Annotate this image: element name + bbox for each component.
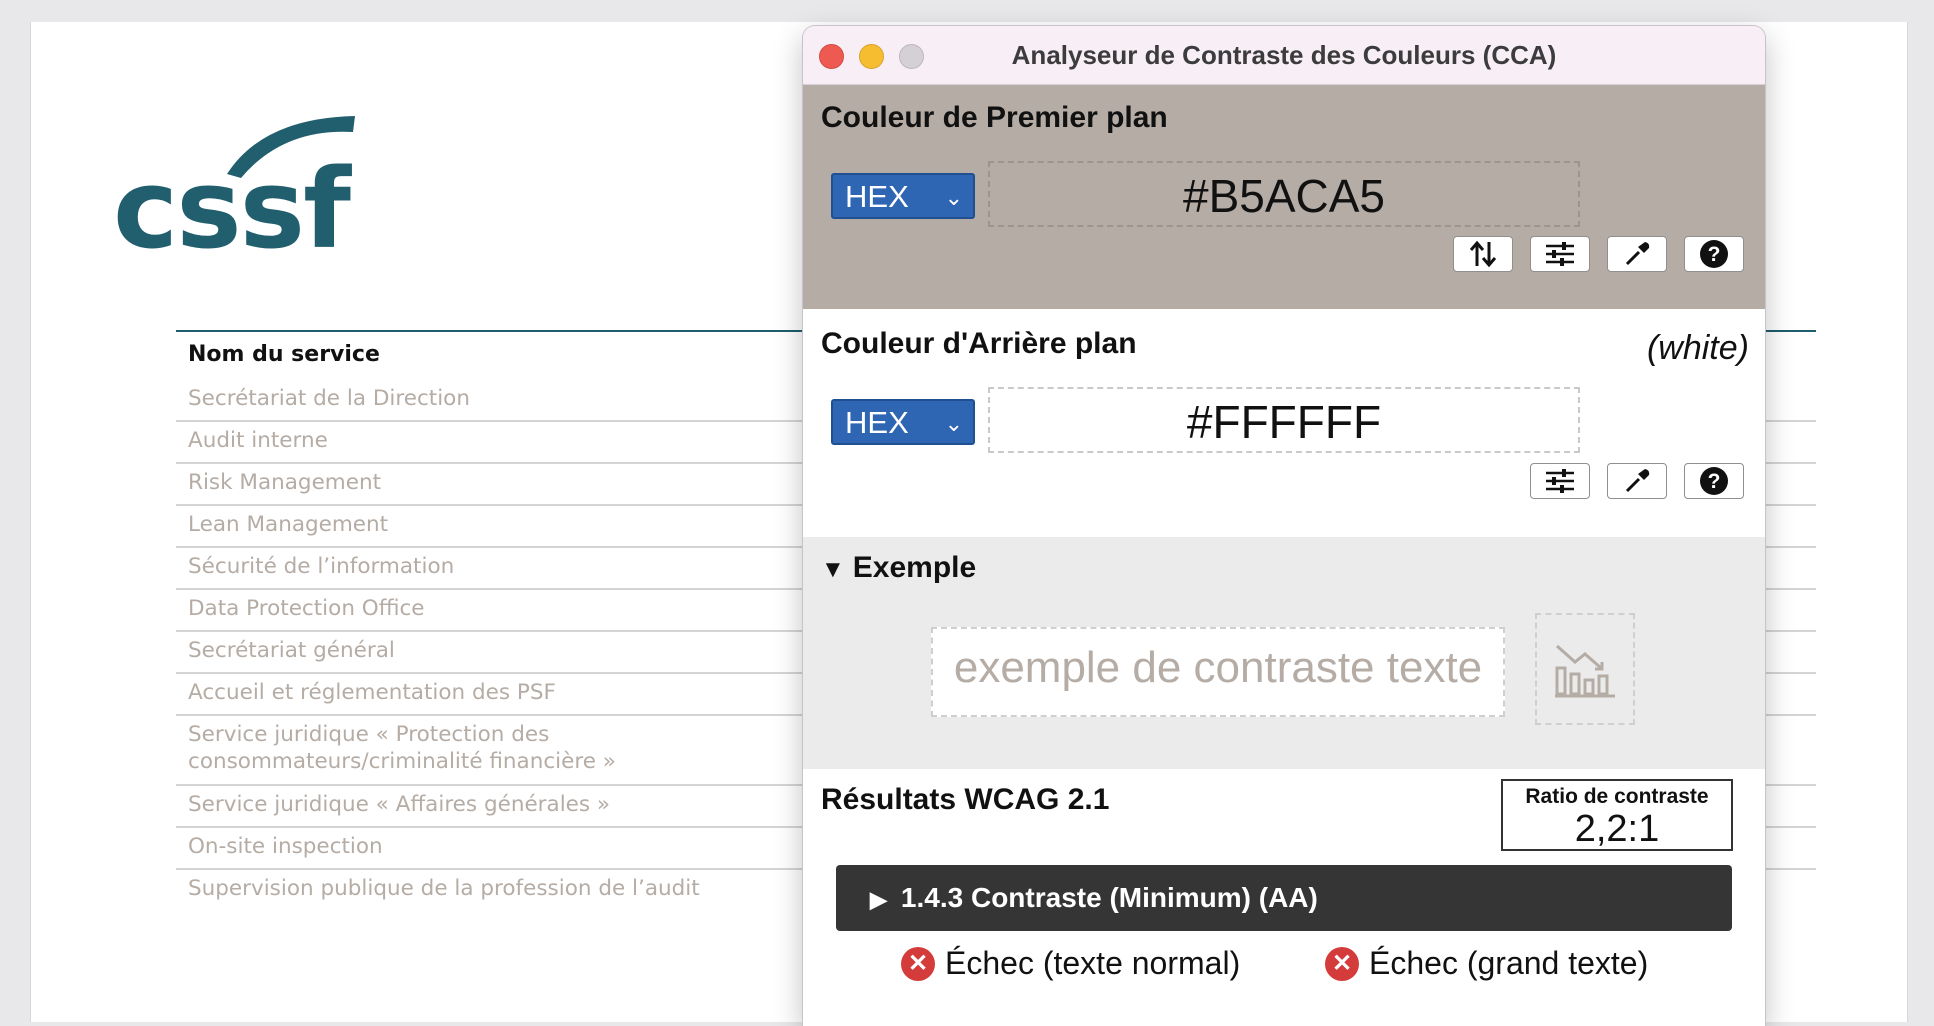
background-hex-input[interactable]: #FFFFFF (988, 387, 1580, 453)
chevron-down-icon: ⌄ (944, 185, 963, 210)
disclosure-triangle-icon: ▼ (821, 556, 845, 583)
swap-colors-button[interactable] (1453, 236, 1513, 272)
foreground-help-button[interactable]: ? (1684, 236, 1744, 272)
foreground-format-select[interactable]: HEX ⌄ (831, 173, 975, 219)
background-section: Couleur d'Arrière plan (white) HEX ⌄ #FF… (803, 309, 1765, 537)
help-icon: ? (1700, 467, 1728, 495)
contrast-ratio-value: 2,2:1 (1574, 808, 1660, 850)
swap-arrows-icon (1469, 240, 1497, 268)
background-help-button[interactable]: ? (1684, 463, 1744, 499)
eyedropper-icon (1625, 242, 1650, 266)
normal-text-result: ✕ Échec (texte normal) (901, 945, 1240, 982)
example-section: ▼ Exemple exemple de contraste texte (803, 537, 1765, 769)
background-title: Couleur d'Arrière plan (821, 327, 1137, 360)
foreground-eyedropper-button[interactable] (1607, 236, 1667, 272)
logo-text: cssf (113, 145, 351, 273)
chevron-down-icon: ⌄ (944, 411, 963, 436)
large-text-result-label: Échec (grand texte) (1369, 945, 1649, 981)
criterion-1-4-3-toggle[interactable]: ▶ 1.4.3 Contraste (Minimum) (AA) (836, 865, 1732, 931)
foreground-hex-input[interactable]: #B5ACA5 (988, 161, 1580, 227)
background-color-name: (white) (1646, 329, 1749, 367)
foreground-sliders-button[interactable] (1530, 236, 1590, 272)
background-eyedropper-button[interactable] (1607, 463, 1667, 499)
sliders-icon (1546, 469, 1574, 493)
background-sliders-button[interactable] (1530, 463, 1590, 499)
cssf-logo: cssf (113, 110, 355, 280)
cca-window: Analyseur de Contraste des Couleurs (CCA… (803, 26, 1765, 1026)
background-format-label: HEX (845, 405, 909, 440)
background-format-select[interactable]: HEX ⌄ (831, 399, 975, 445)
fail-x-icon: ✕ (1325, 946, 1359, 981)
example-toggle[interactable]: ▼ Exemple (821, 551, 976, 585)
foreground-title: Couleur de Premier plan (821, 101, 1168, 134)
svg-text:?: ? (1708, 470, 1721, 493)
svg-text:?: ? (1708, 243, 1721, 266)
sliders-icon (1546, 242, 1574, 266)
results-section: Résultats WCAG 2.1 Ratio de contraste 2,… (803, 769, 1765, 1026)
criterion-label: 1.4.3 Contraste (Minimum) (AA) (900, 882, 1318, 913)
chart-icon (1555, 644, 1615, 698)
example-title: Exemple (852, 551, 977, 584)
fail-x-icon: ✕ (901, 946, 935, 981)
results-title: Résultats WCAG 2.1 (821, 783, 1110, 816)
foreground-format-label: HEX (845, 179, 909, 214)
disclosure-triangle-icon: ▶ (870, 887, 887, 912)
sample-graphic-box (1535, 613, 1635, 725)
contrast-ratio-label: Ratio de contraste (1525, 785, 1709, 808)
title-bar[interactable]: Analyseur de Contraste des Couleurs (CCA… (803, 26, 1765, 85)
contrast-ratio-box: Ratio de contraste 2,2:1 (1501, 779, 1733, 851)
large-text-result: ✕ Échec (grand texte) (1325, 945, 1648, 982)
foreground-section: Couleur de Premier plan HEX ⌄ #B5ACA5 ? (803, 85, 1765, 309)
normal-text-result-label: Échec (texte normal) (945, 945, 1241, 981)
help-icon: ? (1700, 240, 1728, 268)
eyedropper-icon (1625, 469, 1650, 493)
sample-text-box: exemple de contraste texte (931, 627, 1505, 717)
window-title: Analyseur de Contraste des Couleurs (CCA… (1011, 40, 1557, 70)
